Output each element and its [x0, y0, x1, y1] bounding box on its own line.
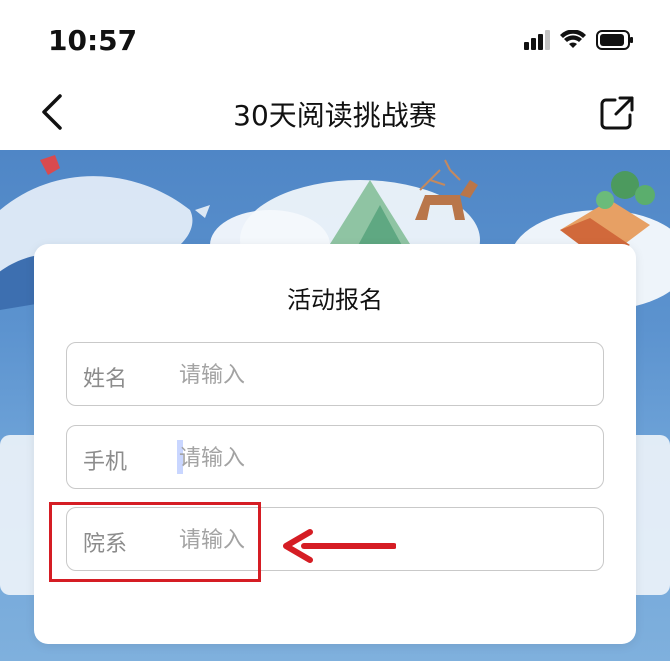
phone-field-label: 手机: [83, 450, 128, 475]
status-icons: [524, 30, 634, 50]
name-input[interactable]: [179, 355, 579, 395]
signal-icon: [524, 30, 550, 50]
share-icon: [600, 96, 634, 130]
share-button[interactable]: [598, 94, 636, 132]
annotation-arrow: [283, 529, 396, 563]
status-bar: 10:57: [0, 0, 670, 80]
phone-input[interactable]: [179, 438, 579, 478]
nav-bar: 30天阅读挑战赛: [0, 80, 670, 150]
wifi-icon: [560, 30, 586, 48]
name-field-label: 姓名: [83, 367, 128, 392]
status-time: 10:57: [48, 24, 138, 57]
highlight-box: [49, 502, 261, 582]
battery-icon: [596, 30, 633, 50]
registration-dialog: 活动报名 姓名 手机 院系: [34, 244, 636, 644]
name-field[interactable]: 姓名: [66, 342, 604, 406]
page-title: 30天阅读挑战赛: [233, 99, 437, 132]
dialog-title: 活动报名: [287, 286, 383, 314]
phone-field[interactable]: 手机: [66, 425, 604, 489]
